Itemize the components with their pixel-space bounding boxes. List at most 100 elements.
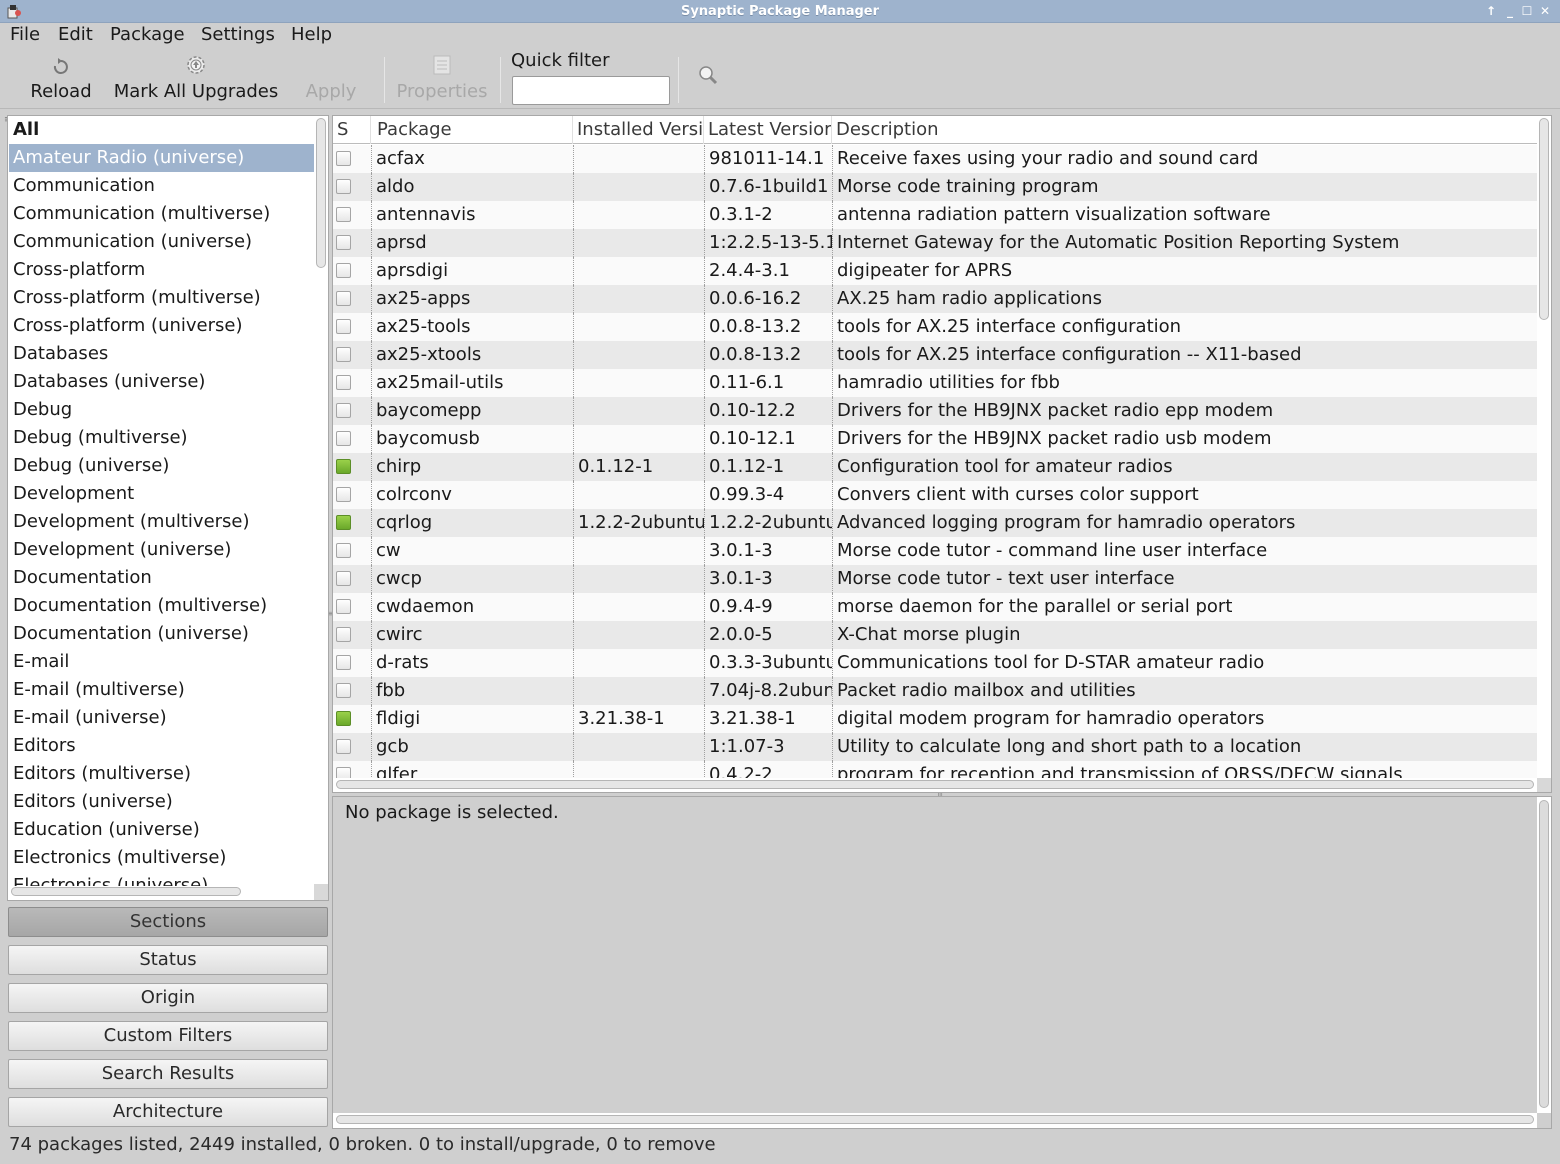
- table-row[interactable]: aldo 0.7.6-1build1 Morse code training pro…: [333, 173, 1537, 201]
- installed-status-icon[interactable]: [336, 459, 351, 474]
- installed-status-icon[interactable]: [336, 515, 351, 530]
- properties-button[interactable]: Properties: [394, 47, 490, 107]
- installed-status-icon[interactable]: [336, 711, 351, 726]
- sections-horizontal-scrollbar[interactable]: [11, 887, 241, 896]
- reload-button[interactable]: Reload: [24, 47, 98, 107]
- not-installed-status-icon[interactable]: [336, 683, 351, 698]
- table-row[interactable]: gcb 1:1.07-3 Utility to calculate long and…: [333, 733, 1537, 761]
- column-header-status[interactable]: S: [333, 116, 371, 144]
- table-row[interactable]: acfax 981011-14.1 Receive faxes using your…: [333, 145, 1537, 173]
- table-row[interactable]: ax25mail-utils 0.11-6.1 hamradio utilities…: [333, 369, 1537, 397]
- section-item[interactable]: Cross-platform: [9, 256, 314, 284]
- table-row[interactable]: chirp 0.1.12-1 0.1.12-1 Configuration tool …: [333, 453, 1537, 481]
- not-installed-status-icon[interactable]: [336, 347, 351, 362]
- table-row[interactable]: aprsdigi 2.4.4-3.1 digipeater for APRS: [333, 257, 1537, 285]
- details-horizontal-scrollbar[interactable]: [336, 1115, 1534, 1124]
- not-installed-status-icon[interactable]: [336, 767, 351, 778]
- section-item[interactable]: Cross-platform (universe): [9, 312, 314, 340]
- not-installed-status-icon[interactable]: [336, 291, 351, 306]
- section-item[interactable]: Cross-platform (multiverse): [9, 284, 314, 312]
- search-button[interactable]: [690, 47, 726, 107]
- table-row[interactable]: fldigi 3.21.38-1 3.21.38-1 digital modem pr…: [333, 705, 1537, 733]
- table-row[interactable]: antennavis 0.3.1-2 antenna radiation patte…: [333, 201, 1537, 229]
- not-installed-status-icon[interactable]: [336, 627, 351, 642]
- table-row[interactable]: colrconv 0.99.3-4 Convers client with curs…: [333, 481, 1537, 509]
- table-row[interactable]: cwcp 3.0.1-3 Morse code tutor - text user …: [333, 565, 1537, 593]
- table-row[interactable]: ax25-tools 0.0.8-13.2 tools for AX.25 inte…: [333, 313, 1537, 341]
- menu-edit[interactable]: Edit: [58, 24, 93, 45]
- filter-button-sections[interactable]: Sections: [8, 907, 328, 937]
- column-header-installed-version[interactable]: Installed Versi: [573, 116, 704, 144]
- not-installed-status-icon[interactable]: [336, 543, 351, 558]
- filter-button-architecture[interactable]: Architecture: [8, 1097, 328, 1127]
- section-item[interactable]: Development: [9, 480, 314, 508]
- table-row[interactable]: aprsd 1:2.2.5-13-5.1 Internet Gateway for …: [333, 229, 1537, 257]
- section-item[interactable]: Editors (multiverse): [9, 760, 314, 788]
- table-vertical-scrollbar[interactable]: [1539, 118, 1549, 320]
- section-item[interactable]: Development (multiverse): [9, 508, 314, 536]
- section-item[interactable]: E-mail (universe): [9, 704, 314, 732]
- section-item[interactable]: Editors: [9, 732, 314, 760]
- not-installed-status-icon[interactable]: [336, 319, 351, 334]
- table-row[interactable]: baycomusb 0.10-12.1 Drivers for the HB9JNX…: [333, 425, 1537, 453]
- section-item[interactable]: Debug (multiverse): [9, 424, 314, 452]
- filter-button-custom-filters[interactable]: Custom Filters: [8, 1021, 328, 1051]
- not-installed-status-icon[interactable]: [336, 403, 351, 418]
- menu-settings[interactable]: Settings: [201, 24, 275, 45]
- section-item[interactable]: Documentation: [9, 564, 314, 592]
- menu-help[interactable]: Help: [291, 24, 332, 45]
- filter-button-status[interactable]: Status: [8, 945, 328, 975]
- table-row[interactable]: glfer 0.4.2-2 program for reception and tr…: [333, 761, 1537, 778]
- section-item[interactable]: E-mail (multiverse): [9, 676, 314, 704]
- details-vertical-scrollbar[interactable]: [1539, 800, 1549, 1108]
- table-horizontal-scrollbar[interactable]: [336, 780, 1534, 789]
- section-item[interactable]: Communication: [9, 172, 314, 200]
- table-row[interactable]: d-rats 0.3.3-3ubuntu Communications tool f…: [333, 649, 1537, 677]
- section-item[interactable]: Debug (universe): [9, 452, 314, 480]
- sections-vertical-scrollbar[interactable]: [316, 118, 326, 268]
- not-installed-status-icon[interactable]: [336, 739, 351, 754]
- mark-all-upgrades-button[interactable]: Mark All Upgrades: [112, 47, 280, 107]
- table-row[interactable]: fbb 7.04j-8.2ubunt Packet radio mailbox an…: [333, 677, 1537, 705]
- not-installed-status-icon[interactable]: [336, 151, 351, 166]
- not-installed-status-icon[interactable]: [336, 599, 351, 614]
- section-item[interactable]: Development (universe): [9, 536, 314, 564]
- table-row[interactable]: ax25-apps 0.0.6-16.2 AX.25 ham radio appli…: [333, 285, 1537, 313]
- section-item[interactable]: Databases (universe): [9, 368, 314, 396]
- not-installed-status-icon[interactable]: [336, 487, 351, 502]
- shade-icon[interactable]: ↑: [1484, 4, 1498, 18]
- column-header-description[interactable]: Description: [832, 116, 1537, 144]
- maximize-icon[interactable]: ☐: [1520, 4, 1534, 18]
- section-item[interactable]: Databases: [9, 340, 314, 368]
- not-installed-status-icon[interactable]: [336, 375, 351, 390]
- section-item[interactable]: Documentation (universe): [9, 620, 314, 648]
- quick-filter-input[interactable]: [512, 76, 670, 105]
- section-item[interactable]: E-mail: [9, 648, 314, 676]
- not-installed-status-icon[interactable]: [336, 263, 351, 278]
- close-icon[interactable]: ✕: [1538, 4, 1552, 18]
- not-installed-status-icon[interactable]: [336, 235, 351, 250]
- table-row[interactable]: ax25-xtools 0.0.8-13.2 tools for AX.25 int…: [333, 341, 1537, 369]
- not-installed-status-icon[interactable]: [336, 207, 351, 222]
- section-item[interactable]: All: [9, 116, 314, 144]
- table-row[interactable]: cw 3.0.1-3 Morse code tutor - command line…: [333, 537, 1537, 565]
- section-item[interactable]: Electronics (universe): [9, 872, 314, 886]
- section-item[interactable]: Debug: [9, 396, 314, 424]
- minimize-icon[interactable]: _: [1503, 4, 1517, 18]
- section-item[interactable]: Editors (universe): [9, 788, 314, 816]
- apply-button[interactable]: Apply: [298, 47, 364, 107]
- section-item[interactable]: Education (universe): [9, 816, 314, 844]
- table-row[interactable]: cqrlog 1.2.2-2ubuntu 1.2.2-2ubuntu Advanced…: [333, 509, 1537, 537]
- section-item[interactable]: Communication (multiverse): [9, 200, 314, 228]
- table-row[interactable]: baycomepp 0.10-12.2 Drivers for the HB9JNX…: [333, 397, 1537, 425]
- not-installed-status-icon[interactable]: [336, 655, 351, 670]
- column-header-latest-version[interactable]: Latest Versior: [704, 116, 832, 144]
- filter-button-search-results[interactable]: Search Results: [8, 1059, 328, 1089]
- not-installed-status-icon[interactable]: [336, 179, 351, 194]
- section-item[interactable]: Communication (universe): [9, 228, 314, 256]
- menu-package[interactable]: Package: [110, 24, 185, 45]
- section-item[interactable]: Documentation (multiverse): [9, 592, 314, 620]
- not-installed-status-icon[interactable]: [336, 431, 351, 446]
- table-row[interactable]: cwdaemon 0.9.4-9 morse daemon for the para…: [333, 593, 1537, 621]
- filter-button-origin[interactable]: Origin: [8, 983, 328, 1013]
